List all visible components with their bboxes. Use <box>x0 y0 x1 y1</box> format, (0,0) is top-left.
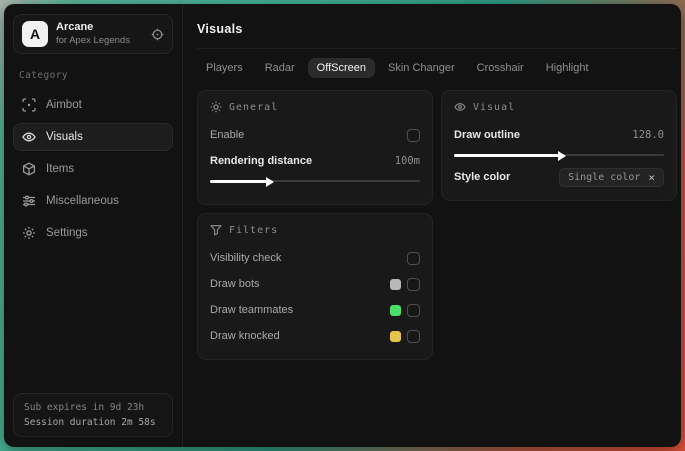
brand-card: A Arcane for Apex Legends <box>13 14 173 54</box>
visibility-check-checkbox[interactable] <box>407 251 420 265</box>
draw-bots-label: Draw bots <box>210 278 260 290</box>
slider-thumb[interactable] <box>265 176 274 187</box>
app-window: A Arcane for Apex Legends Category Aimbo <box>4 4 681 447</box>
style-color-value: Single color <box>568 171 641 183</box>
draw-knocked-color-swatch[interactable] <box>390 330 401 342</box>
sidebar-item-label: Aimbot <box>46 99 82 111</box>
rendering-distance-value: 100m <box>394 155 420 167</box>
draw-knocked-checkbox[interactable] <box>407 329 420 343</box>
page-title: Visuals <box>197 18 677 49</box>
tab-radar[interactable]: Radar <box>256 58 304 78</box>
tab-offscreen[interactable]: OffScreen <box>307 58 375 78</box>
funnel-icon <box>210 224 222 236</box>
draw-bots-color-swatch[interactable] <box>390 278 401 290</box>
sidebar-item-label: Miscellaneous <box>46 195 119 207</box>
sidebar-item-items[interactable]: Items <box>13 155 173 183</box>
sidebar: A Arcane for Apex Legends Category Aimbo <box>4 4 183 447</box>
app-logo: A <box>22 21 48 47</box>
gear-icon <box>22 226 36 240</box>
sidebar-item-settings[interactable]: Settings <box>13 219 173 247</box>
sun-icon <box>210 101 222 113</box>
draw-outline-label: Draw outline <box>454 129 521 141</box>
tab-crosshair[interactable]: Crosshair <box>468 58 533 78</box>
filters-panel: Filters Visibility check Draw bots Draw … <box>197 213 433 360</box>
box-icon <box>22 162 36 176</box>
eye-icon <box>22 130 36 144</box>
sub-expires-text: Sub expires in 9d 23h <box>24 402 145 413</box>
draw-outline-value: 128.0 <box>632 129 664 141</box>
sidebar-item-visuals[interactable]: Visuals <box>13 123 173 151</box>
sidebar-item-aimbot[interactable]: Aimbot <box>13 91 173 119</box>
eye-icon <box>454 101 466 113</box>
session-duration-text: Session duration 2m 58s <box>24 417 156 428</box>
draw-teammates-label: Draw teammates <box>210 304 294 316</box>
rendering-distance-label: Rendering distance <box>210 155 313 167</box>
style-color-label: Style color <box>454 171 511 183</box>
category-label: Category <box>19 70 68 81</box>
draw-outline-slider[interactable] <box>454 150 664 161</box>
subscription-info: Sub expires in 9d 23h Session duration 2… <box>13 393 173 437</box>
rendering-distance-slider[interactable] <box>210 176 420 187</box>
sidebar-item-label: Items <box>46 163 75 175</box>
draw-knocked-label: Draw knocked <box>210 330 280 342</box>
tab-players[interactable]: Players <box>197 58 252 78</box>
clear-icon[interactable]: × <box>648 172 655 183</box>
sidebar-item-label: Settings <box>46 227 88 239</box>
general-panel: General Enable Rendering distance 100m <box>197 90 433 205</box>
draw-teammates-color-swatch[interactable] <box>390 304 401 316</box>
panel-title: Visual <box>473 101 516 113</box>
tab-highlight[interactable]: Highlight <box>537 58 598 78</box>
sliders-icon <box>22 194 36 208</box>
enable-label: Enable <box>210 129 245 141</box>
visual-panel: Visual Draw outline 128.0 Style color Si… <box>441 90 677 201</box>
panel-title: Filters <box>229 224 279 236</box>
slider-thumb[interactable] <box>558 150 566 161</box>
tab-bar: Players Radar OffScreen Skin Changer Cro… <box>197 58 677 78</box>
main-content: Visuals Players Radar OffScreen Skin Cha… <box>183 4 681 447</box>
app-subtitle: for Apex Legends <box>56 34 130 46</box>
draw-teammates-checkbox[interactable] <box>407 303 420 317</box>
app-name: Arcane <box>56 21 94 34</box>
enable-checkbox[interactable] <box>407 128 420 142</box>
style-color-select[interactable]: Single color × <box>559 167 664 187</box>
sidebar-item-label: Visuals <box>46 131 83 143</box>
target-icon[interactable] <box>151 28 164 41</box>
visibility-check-label: Visibility check <box>210 252 282 264</box>
scan-icon <box>22 98 36 112</box>
tab-skin-changer[interactable]: Skin Changer <box>379 58 464 78</box>
sidebar-item-miscellaneous[interactable]: Miscellaneous <box>13 187 173 215</box>
draw-bots-checkbox[interactable] <box>407 277 420 291</box>
panel-title: General <box>229 101 279 113</box>
